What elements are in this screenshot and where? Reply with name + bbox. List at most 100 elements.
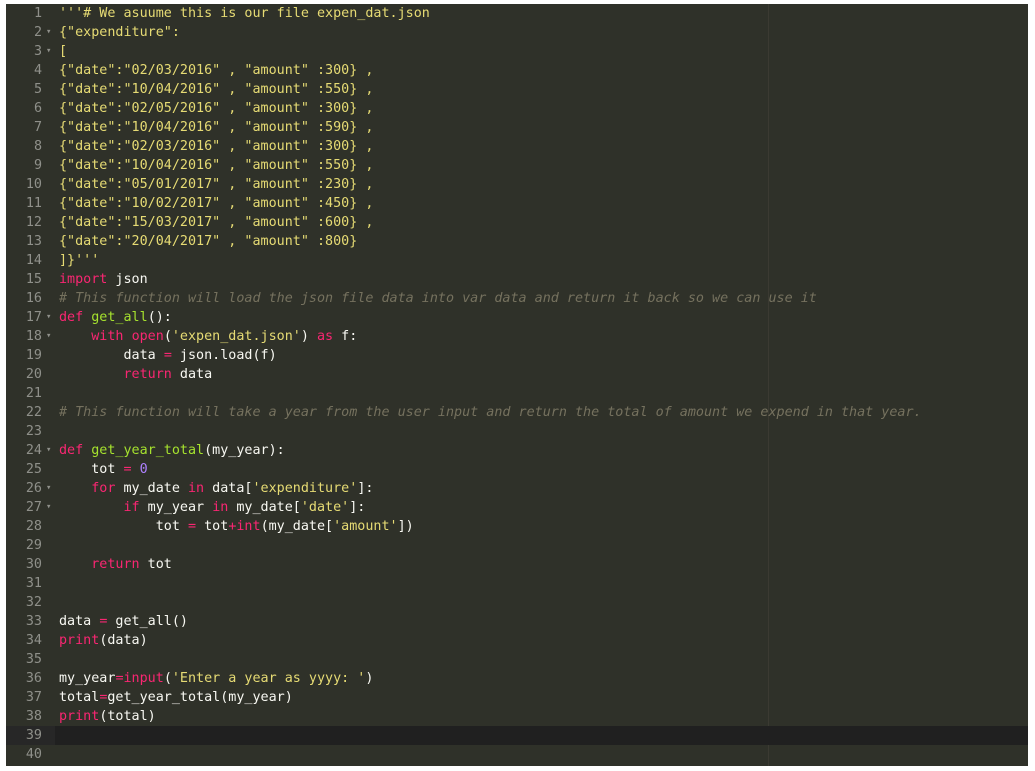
code-line[interactable]: 38 print(total) xyxy=(6,707,1028,726)
code-text[interactable]: data = json.load(f) xyxy=(59,346,276,365)
code-line[interactable]: 5 {"date":"10/04/2016" , "amount" :550} , xyxy=(6,80,1028,99)
code-line[interactable]: 29 xyxy=(6,536,1028,555)
code-line[interactable]: 31 xyxy=(6,574,1028,593)
code-line[interactable]: 37 total=get_year_total(my_year) xyxy=(6,688,1028,707)
fold-toggle-icon[interactable]: ▾ xyxy=(46,308,55,327)
code-token: (total) xyxy=(99,709,156,724)
code-text[interactable]: tot = tot+int(my_date['amount']) xyxy=(59,517,414,536)
code-line[interactable]: 14 ]}''' xyxy=(6,251,1028,270)
line-number: 9 xyxy=(33,158,42,173)
code-line[interactable]: 33 data = get_all() xyxy=(6,612,1028,631)
code-text[interactable]: {"expenditure": xyxy=(59,23,180,42)
fold-toggle-icon[interactable]: ▾ xyxy=(46,441,55,460)
code-line[interactable]: 40 xyxy=(6,745,1028,764)
code-editor[interactable]: 1 '''# We asuume this is our file expen_d… xyxy=(6,4,1028,766)
code-line[interactable]: 32 xyxy=(6,593,1028,612)
code-text[interactable]: if my_year in my_date['date']: xyxy=(59,498,366,517)
code-line[interactable]: 21 xyxy=(6,384,1028,403)
code-token: {"date":"05/01/2017" , "amount" :230} , xyxy=(59,177,374,192)
code-line[interactable]: 2 ▾ {"expenditure": xyxy=(6,23,1028,42)
code-token: in xyxy=(188,481,205,496)
code-line[interactable]: 13 {"date":"20/04/2017" , "amount" :800} xyxy=(6,232,1028,251)
fold-toggle-icon[interactable]: ▾ xyxy=(46,42,55,61)
code-line[interactable]: 30 return tot xyxy=(6,555,1028,574)
code-text[interactable]: print(data) xyxy=(59,631,148,650)
code-line[interactable]: 35 xyxy=(6,650,1028,669)
code-line[interactable]: 39 xyxy=(6,726,1028,745)
code-text[interactable]: data = get_all() xyxy=(59,612,188,631)
code-text[interactable]: my_year=input('Enter a year as yyyy: ') xyxy=(59,669,373,688)
code-line[interactable]: 24 ▾ def get_year_total(my_year): xyxy=(6,441,1028,460)
code-line[interactable]: 12 {"date":"15/03/2017" , "amount" :600} … xyxy=(6,213,1028,232)
code-line[interactable]: 15 import json xyxy=(6,270,1028,289)
code-text[interactable]: {"date":"10/04/2016" , "amount" :550} , xyxy=(59,80,373,99)
code-text[interactable]: {"date":"10/04/2016" , "amount" :590} , xyxy=(59,118,373,137)
code-text[interactable]: def get_year_total(my_year): xyxy=(59,441,285,460)
code-line[interactable]: 25 tot = 0 xyxy=(6,460,1028,479)
code-line[interactable]: 20 return data xyxy=(6,365,1028,384)
code-line[interactable]: 8 {"date":"02/03/2016" , "amount" :300} , xyxy=(6,137,1028,156)
code-text[interactable]: {"date":"05/01/2017" , "amount" :230} , xyxy=(59,175,373,194)
code-token: ) xyxy=(300,329,317,344)
code-line[interactable]: 16 # This function will load the json fil… xyxy=(6,289,1028,308)
code-token: ]: xyxy=(357,481,374,496)
code-text[interactable]: {"date":"15/03/2017" , "amount" :600} , xyxy=(59,213,373,232)
code-token: open xyxy=(131,329,164,344)
code-token: [ xyxy=(59,44,68,59)
code-text[interactable]: '''# We asuume this is our file expen_da… xyxy=(59,4,430,23)
code-line[interactable]: 17 ▾ def get_all(): xyxy=(6,308,1028,327)
code-token: (my_year): xyxy=(204,443,285,458)
code-line[interactable]: 4 {"date":"02/03/2016" , "amount" :300} , xyxy=(6,61,1028,80)
code-text[interactable]: {"date":"10/04/2016" , "amount" :550} , xyxy=(59,156,373,175)
line-number: 16 xyxy=(25,291,42,306)
code-line[interactable]: 11 {"date":"10/02/2017" , "amount" :450} … xyxy=(6,194,1028,213)
code-text[interactable]: return data xyxy=(59,365,213,384)
code-line[interactable]: 1 '''# We asuume this is our file expen_d… xyxy=(6,4,1028,23)
code-text[interactable]: {"date":"02/03/2016" , "amount" :300} , xyxy=(59,61,373,80)
code-text[interactable]: [ xyxy=(59,42,67,61)
code-text[interactable]: for my_date in data['expenditure']: xyxy=(59,479,373,498)
line-number: 20 xyxy=(25,367,42,382)
code-text[interactable]: print(total) xyxy=(59,707,156,726)
fold-toggle-icon[interactable]: ▾ xyxy=(46,23,55,42)
code-text[interactable]: {"date":"20/04/2017" , "amount" :800} xyxy=(59,232,357,251)
code-line[interactable]: 19 data = json.load(f) xyxy=(6,346,1028,365)
code-token: {"date":"15/03/2017" , "amount" :600} , xyxy=(59,215,374,230)
code-line[interactable]: 34 print(data) xyxy=(6,631,1028,650)
code-line[interactable]: 7 {"date":"10/04/2016" , "amount" :590} , xyxy=(6,118,1028,137)
code-text[interactable]: # This function will take a year from th… xyxy=(59,403,922,422)
fold-toggle-icon[interactable]: ▾ xyxy=(46,498,55,517)
code-text[interactable]: import json xyxy=(59,270,148,289)
code-text[interactable]: ]}''' xyxy=(59,251,99,270)
code-text[interactable]: # This function will load the json file … xyxy=(59,289,817,308)
code-token: {"date":"02/03/2016" , "amount" :300} , xyxy=(59,63,374,78)
code-line[interactable]: 28 tot = tot+int(my_date['amount']) xyxy=(6,517,1028,536)
code-text[interactable]: total=get_year_total(my_year) xyxy=(59,688,293,707)
code-token: tot xyxy=(196,519,229,534)
code-text[interactable]: with open('expen_dat.json') as f: xyxy=(59,327,357,346)
line-number: 7 xyxy=(33,120,42,135)
code-line[interactable]: 22 # This function will take a year from … xyxy=(6,403,1028,422)
fold-toggle-icon[interactable]: ▾ xyxy=(46,479,55,498)
code-text[interactable]: {"date":"02/05/2016" , "amount" :300} , xyxy=(59,99,373,118)
line-number: 14 xyxy=(25,253,42,268)
code-text[interactable]: {"date":"10/02/2017" , "amount" :450} , xyxy=(59,194,373,213)
code-text[interactable]: def get_all(): xyxy=(59,308,172,327)
code-line[interactable]: 23 xyxy=(6,422,1028,441)
code-line[interactable]: 6 {"date":"02/05/2016" , "amount" :300} , xyxy=(6,99,1028,118)
code-line[interactable]: 27 ▾ if my_year in my_date['date']: xyxy=(6,498,1028,517)
code-line[interactable]: 26 ▾ for my_date in data['expenditure']: xyxy=(6,479,1028,498)
fold-toggle-icon[interactable]: ▾ xyxy=(46,327,55,346)
line-number: 1 xyxy=(33,6,42,21)
code-text[interactable]: tot = 0 xyxy=(59,460,147,479)
code-line[interactable]: 10 {"date":"05/01/2017" , "amount" :230} … xyxy=(6,175,1028,194)
code-line[interactable]: 3 ▾ [ xyxy=(6,42,1028,61)
code-text[interactable]: {"date":"02/03/2016" , "amount" :300} , xyxy=(59,137,373,156)
code-line[interactable]: 18 ▾ with open('expen_dat.json') as f: xyxy=(6,327,1028,346)
line-number: 32 xyxy=(25,595,42,610)
line-number: 15 xyxy=(25,272,42,287)
code-text[interactable]: return tot xyxy=(59,555,172,574)
code-line[interactable]: 36 my_year=input('Enter a year as yyyy: '… xyxy=(6,669,1028,688)
code-line[interactable]: 9 {"date":"10/04/2016" , "amount" :550} , xyxy=(6,156,1028,175)
